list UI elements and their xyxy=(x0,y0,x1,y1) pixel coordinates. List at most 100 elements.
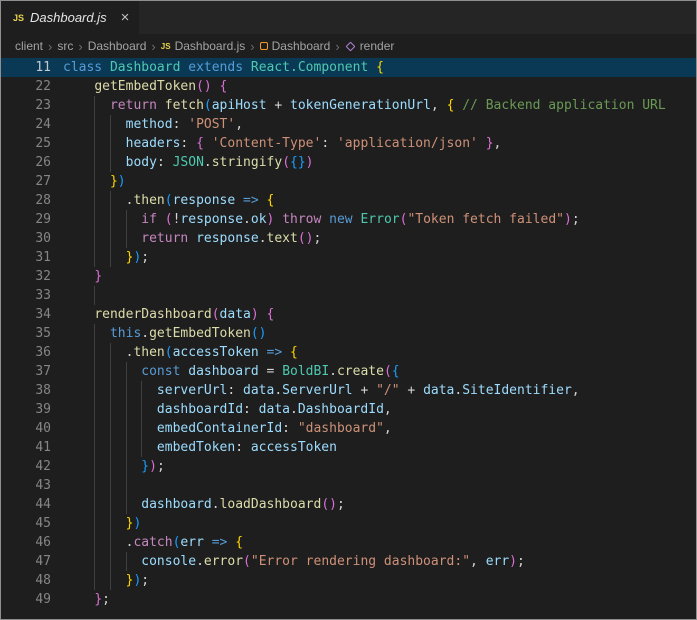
breadcrumb-item-dashboard[interactable]: Dashboard xyxy=(259,39,331,53)
tab-label: Dashboard.js xyxy=(30,10,107,25)
code-line[interactable]: 41 embedToken: accessToken xyxy=(1,438,696,457)
breadcrumb-item-dashboard[interactable]: Dashboard xyxy=(88,39,147,53)
code-line[interactable]: 26 body: JSON.stringify({}) xyxy=(1,153,696,172)
code-text: this.getEmbedToken() xyxy=(51,324,696,343)
line-number: 29 xyxy=(35,212,51,227)
code-text: }); xyxy=(51,457,696,476)
code-line[interactable]: 47 console.error("Error rendering dashbo… xyxy=(1,552,696,571)
indent-guide xyxy=(94,324,96,343)
code-line[interactable]: 33 xyxy=(1,286,696,305)
code-line[interactable]: 46 .catch(err => { xyxy=(1,533,696,552)
code-line[interactable]: 27 }) xyxy=(1,172,696,191)
breadcrumb-separator: › xyxy=(78,38,83,54)
code-line[interactable]: 25 headers: { 'Content-Type': 'applicati… xyxy=(1,134,696,153)
indent-guide xyxy=(109,552,111,571)
breadcrumb-item-src[interactable]: src xyxy=(57,39,73,53)
indent-guide xyxy=(94,286,96,305)
code-text: renderDashboard(data) { xyxy=(94,307,275,322)
code-text xyxy=(51,286,696,305)
indent-guide xyxy=(109,400,111,419)
code-line[interactable]: 45 }) xyxy=(1,514,696,533)
breadcrumb: client › src › Dashboard › JS Dashboard.js › Dash… xyxy=(1,34,696,58)
indent-guide xyxy=(94,343,96,362)
code-text: embedToken: accessToken xyxy=(51,438,696,457)
code-line[interactable]: 24 method: 'POST', xyxy=(1,115,696,134)
line-number: 27 xyxy=(35,174,51,189)
line-number: 44 xyxy=(35,497,51,512)
breadcrumb-items: client › src › Dashboard › JS Dashboard.js › Dash… xyxy=(15,39,394,54)
indent-guide xyxy=(94,191,96,210)
breadcrumb-item-client[interactable]: client xyxy=(15,39,43,53)
line-number: 46 xyxy=(35,535,51,550)
indent-guide xyxy=(125,362,127,381)
indent-guide xyxy=(141,419,143,438)
line-number: 30 xyxy=(35,231,51,246)
code-line[interactable]: 28 .then(response => { xyxy=(1,191,696,210)
code-text: method: 'POST', xyxy=(51,115,696,134)
indent-guide xyxy=(94,571,96,590)
indent-guide xyxy=(109,229,111,248)
line-number: 26 xyxy=(35,155,51,170)
code-line[interactable]: 40 embedContainerId: "dashboard", xyxy=(1,419,696,438)
breadcrumb-item-dashboard-js[interactable]: JS Dashboard.js xyxy=(161,39,246,53)
code-line[interactable]: 22 getEmbedToken() { xyxy=(1,77,696,96)
indent-guide xyxy=(94,134,96,153)
code-text: } xyxy=(94,269,103,284)
code-line[interactable]: 37 const dashboard = BoldBI.create({ xyxy=(1,362,696,381)
code-line[interactable]: 39 dashboardId: data.DashboardId, xyxy=(1,400,696,419)
line-number: 24 xyxy=(35,117,51,132)
sticky-code-line[interactable]: 11 class Dashboard extends React.Componen… xyxy=(1,58,696,77)
javascript-file-icon: JS xyxy=(13,12,25,23)
code-line[interactable]: 32 } xyxy=(1,267,696,286)
line-number: 33 xyxy=(35,288,51,303)
indent-guide xyxy=(141,438,143,457)
line-number: 22 xyxy=(35,79,51,94)
code-text: return fetch(apiHost + tokenGenerationUr… xyxy=(51,96,696,115)
indent-guide xyxy=(125,419,127,438)
close-icon[interactable]: × xyxy=(121,10,130,25)
code-line[interactable]: 35 this.getEmbedToken() xyxy=(1,324,696,343)
code-line[interactable]: 30 return response.text(); xyxy=(1,229,696,248)
indent-guide xyxy=(94,115,96,134)
line-number: 39 xyxy=(35,402,51,417)
code-line[interactable]: 44 dashboard.loadDashboard(); xyxy=(1,495,696,514)
indent-guide xyxy=(109,495,111,514)
code-text: .catch(err => { xyxy=(51,533,696,552)
indent-guide xyxy=(94,495,96,514)
line-number: 49 xyxy=(35,592,51,607)
line-number: 23 xyxy=(35,98,51,113)
code-line[interactable]: 23 return fetch(apiHost + tokenGeneratio… xyxy=(1,96,696,115)
breadcrumb-label: Dashboard xyxy=(271,39,331,53)
code-line[interactable]: 31 }); xyxy=(1,248,696,267)
breadcrumb-item-render[interactable]: render xyxy=(345,39,394,53)
code-line[interactable]: 36 .then(accessToken => { xyxy=(1,343,696,362)
indent-guide xyxy=(125,438,127,457)
indent-guide xyxy=(94,96,96,115)
indent-guide xyxy=(94,248,96,267)
code-line[interactable]: 48 }); xyxy=(1,571,696,590)
code-line[interactable]: 49 }; xyxy=(1,590,696,609)
indent-guide xyxy=(94,153,96,172)
indent-guide xyxy=(94,457,96,476)
indent-guide xyxy=(94,476,96,495)
breadcrumb-label: Dashboard xyxy=(87,39,147,53)
code-text: }) xyxy=(51,514,696,533)
code-editor[interactable]: 11 class Dashboard extends React.Componen… xyxy=(1,58,696,619)
code-line[interactable]: 38 serverUrl: data.ServerUrl + "/" + dat… xyxy=(1,381,696,400)
indent-guide xyxy=(94,533,96,552)
indent-guide xyxy=(94,381,96,400)
line-number: 34 xyxy=(35,307,51,322)
indent-guide xyxy=(109,381,111,400)
code-line[interactable]: 29 if (!response.ok) throw new Error("To… xyxy=(1,210,696,229)
code-text: .then(accessToken => { xyxy=(51,343,696,362)
code-line[interactable]: 43 xyxy=(1,476,696,495)
indent-guide xyxy=(125,210,127,229)
breadcrumb-separator: › xyxy=(151,38,156,54)
code-text: dashboard.loadDashboard(); xyxy=(51,495,696,514)
tab-dashboard-js[interactable]: JS Dashboard.js × xyxy=(1,1,140,34)
indent-guide xyxy=(109,362,111,381)
indent-guide xyxy=(109,210,111,229)
code-line[interactable]: 34 renderDashboard(data) { xyxy=(1,305,696,324)
indent-guide xyxy=(141,381,143,400)
code-line[interactable]: 42 }); xyxy=(1,457,696,476)
